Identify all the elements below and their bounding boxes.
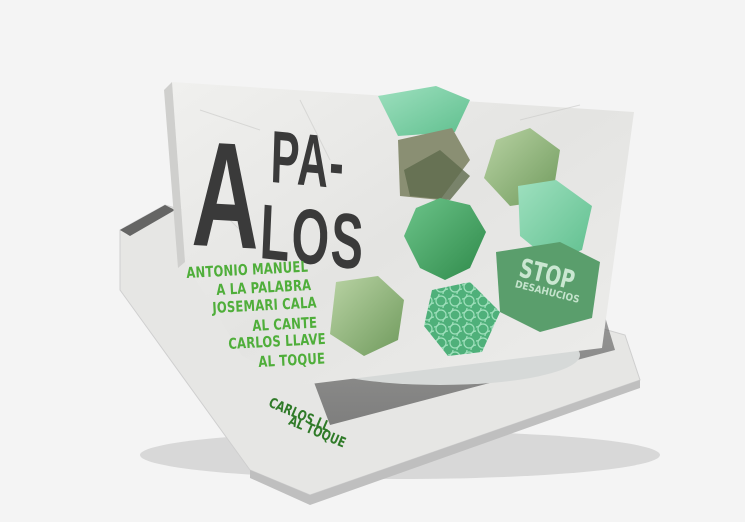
credit-line-6: AL TOQUE — [257, 349, 326, 371]
title-letter-a: A — [190, 109, 262, 281]
mockup-artwork — [119, 82, 660, 505]
product-mockup-scene: A PA- LOS ANTONIO MANUEL A LA PALABRA JO… — [0, 0, 745, 522]
